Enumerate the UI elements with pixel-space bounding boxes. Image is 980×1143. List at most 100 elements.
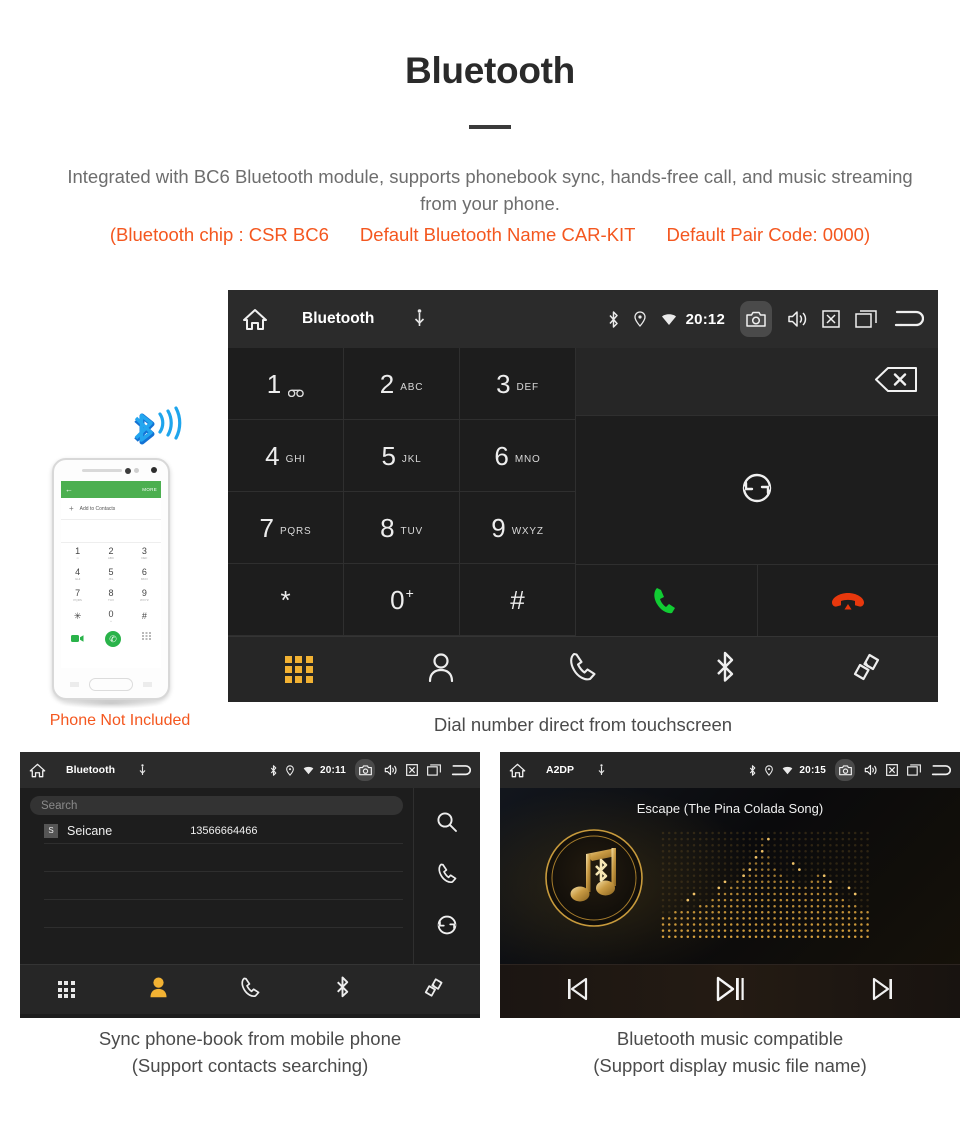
dialer-body: 1 2 ABC 3 DEF 4 GHI 5 JKL 6 MNO 7 PQRS 8 TUV 9W…	[228, 348, 938, 636]
dial-key-7[interactable]: 7 PQRS	[228, 492, 344, 564]
location-pin-icon	[633, 311, 646, 327]
phonebook-caption: Sync phone-book from mobile phone (Suppo…	[20, 1026, 480, 1080]
tab-bluetooth[interactable]	[296, 976, 388, 1003]
screen-title: Bluetooth	[66, 764, 115, 776]
dial-key-star[interactable]: *	[228, 564, 344, 636]
dial-key-letters: WXYZ	[511, 526, 544, 537]
volume-icon[interactable]	[864, 764, 877, 776]
search-icon[interactable]	[436, 811, 458, 838]
home-icon[interactable]	[242, 308, 268, 331]
phone-key: ✳	[61, 606, 94, 627]
phone-key: 2 ABC	[94, 543, 127, 564]
music-caption-line1: Bluetooth music compatible	[616, 1028, 844, 1049]
phone-front-camera-icon	[151, 467, 157, 473]
play-pause-button[interactable]	[653, 976, 806, 1007]
tab-keypad[interactable]	[228, 655, 370, 684]
contact-person-icon	[428, 652, 454, 687]
phone-key: 5 JKL	[94, 564, 127, 585]
wifi-icon	[661, 313, 677, 326]
back-arrow-icon[interactable]	[930, 764, 951, 777]
dial-key-9[interactable]: 9 WXYZ	[460, 492, 576, 564]
tab-call-log[interactable]	[204, 977, 296, 1003]
a2dp-music-screen: A2DP 20:15 Escape (The Pina Colada Song)	[500, 752, 960, 1018]
dial-key-1[interactable]: 1	[228, 348, 344, 420]
next-button[interactable]	[807, 977, 960, 1006]
dial-key-0[interactable]: 0 +	[344, 564, 460, 636]
tab-call-log[interactable]	[512, 652, 654, 687]
tab-contacts[interactable]	[370, 652, 512, 687]
call-button[interactable]	[576, 565, 758, 636]
phone-key-digit: 0	[108, 609, 114, 619]
hangup-button[interactable]	[758, 565, 939, 636]
tab-bluetooth[interactable]	[654, 651, 796, 688]
avatar: S	[44, 823, 58, 838]
previous-button[interactable]	[500, 977, 653, 1006]
bluetooth-icon	[335, 976, 350, 1003]
phone-handset-icon	[240, 977, 261, 1003]
phone-handset-icon[interactable]	[437, 863, 458, 889]
backspace-icon[interactable]	[874, 366, 918, 398]
dial-key-2[interactable]: 2 ABC	[344, 348, 460, 420]
close-box-icon[interactable]	[822, 310, 840, 328]
back-arrow-icon[interactable]	[450, 764, 471, 777]
phone-speaker	[82, 469, 122, 472]
contact-row[interactable]: S Seicane 13566664466	[44, 818, 403, 844]
clock: 20:15	[799, 764, 826, 776]
dial-key-8[interactable]: 8 TUV	[344, 492, 460, 564]
phone-not-included-caption: Phone Not Included	[49, 712, 191, 729]
sync-icon[interactable]	[436, 914, 458, 941]
phone-key-sub: GHI	[74, 577, 81, 581]
home-icon[interactable]	[29, 763, 46, 778]
wifi-icon	[303, 766, 314, 775]
phone-mockup: ← MORE + Add to Contacts 1 ∞ 2 ABC 3 DEF 4G…	[52, 458, 170, 709]
dial-key-5[interactable]: 5 JKL	[344, 420, 460, 492]
phone-key: 6 MNO	[128, 564, 161, 585]
recents-icon[interactable]	[855, 310, 877, 328]
dial-key-digit: 3	[496, 368, 511, 399]
dial-key-plus: +	[405, 584, 414, 601]
spec-line: (Bluetooth chip : CSR BC6 Default Blueto…	[0, 224, 980, 246]
tab-pair-link[interactable]	[796, 652, 938, 687]
tab-keypad[interactable]	[20, 981, 112, 998]
dial-key-4[interactable]: 4 GHI	[228, 420, 344, 492]
contact-row-empty	[44, 844, 403, 872]
phone-key: 4 GHI	[61, 564, 94, 585]
volume-icon[interactable]	[787, 310, 807, 328]
camera-icon[interactable]	[740, 301, 772, 337]
camera-icon[interactable]	[355, 759, 375, 781]
dialed-number-display[interactable]	[576, 348, 938, 416]
keypad-icon	[57, 981, 75, 998]
contact-row-empty	[44, 900, 403, 928]
voicemail-icon	[288, 384, 305, 398]
phone-key-digit: 5	[108, 567, 114, 577]
dial-key-3[interactable]: 3 DEF	[460, 348, 576, 420]
volume-icon[interactable]	[384, 764, 397, 776]
phone-handset-icon	[568, 652, 598, 687]
back-arrow-icon[interactable]	[892, 309, 924, 329]
close-box-icon[interactable]	[406, 764, 418, 776]
tab-pair-link[interactable]	[388, 977, 480, 1003]
close-box-icon[interactable]	[886, 764, 898, 776]
dial-key-hash[interactable]: #	[460, 564, 576, 636]
contact-number: 13566664466	[190, 824, 258, 837]
phone-softkey-right	[143, 682, 152, 687]
sync-contacts-button[interactable]	[576, 416, 938, 565]
search-input[interactable]: Search	[30, 796, 403, 815]
dial-key-letters: JKL	[401, 454, 422, 465]
phone-key: 7 PQRS	[61, 585, 94, 606]
phone-key-sub: ∞	[76, 556, 79, 560]
phone-body: ← MORE + Add to Contacts 1 ∞ 2 ABC 3 DEF 4G…	[52, 458, 170, 700]
dial-key-6[interactable]: 6 MNO	[460, 420, 576, 492]
recents-icon[interactable]	[907, 764, 921, 776]
dial-key-letters: GHI	[285, 454, 306, 465]
phone-keypad-toggle-icon	[141, 630, 151, 648]
camera-icon[interactable]	[835, 759, 855, 781]
spec-paircode: Default Pair Code: 0000)	[666, 223, 871, 245]
dial-key-digit: *	[280, 584, 291, 615]
screen-title: A2DP	[546, 764, 575, 776]
home-icon[interactable]	[509, 763, 526, 778]
tab-contacts[interactable]	[112, 976, 204, 1003]
page-root: Bluetooth Integrated with BC6 Bluetooth …	[0, 0, 980, 1143]
recents-icon[interactable]	[427, 764, 441, 776]
phone-key-digit: ✳	[73, 611, 82, 621]
